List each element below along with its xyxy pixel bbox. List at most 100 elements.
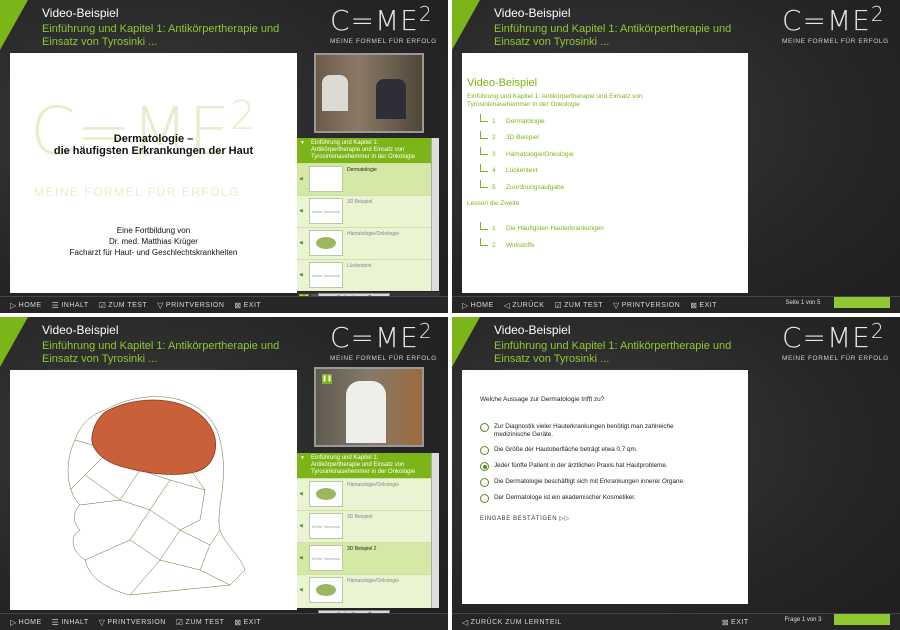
bottom-nav: ▷ HOME ☰ INHALT ▽ PRINTVERSION ☑ ZUM TEST ⊠ E… <box>0 613 448 630</box>
sidebar-scrollbar[interactable] <box>431 138 439 291</box>
sidebar-slide[interactable]: ◀ Keine Vorschau 3D Beispiel <box>297 510 431 542</box>
nav-test[interactable]: ☑ ZUM TEST <box>554 301 603 310</box>
toc-item[interactable]: 4 Lückentext <box>480 163 748 180</box>
accent-corner <box>452 317 480 367</box>
radio-selected-icon[interactable] <box>480 462 489 471</box>
panel-3d-slide: Video-Beispiel Einführung und Kapitel 1:… <box>0 317 448 630</box>
triangle-icon: ◀ <box>299 555 303 561</box>
nav-test[interactable]: ☑ ZUM TEST <box>176 618 225 627</box>
nav-exit[interactable]: ⊠ EXIT <box>722 618 749 627</box>
sidebar-slide[interactable]: ◀ Keine Vorschau Lückentext <box>297 259 431 291</box>
nav-back-to-lesson[interactable]: ◁ ZURÜCK ZUM LERNTEIL <box>462 618 562 627</box>
video-title: Video-Beispiel <box>42 323 119 337</box>
watermark-tag: MEINE FORMEL FÜR ERFOLG <box>34 185 241 199</box>
bottom-nav: ▷ HOME ◁ ZURÜCK ☑ ZUM TEST ▽ PRINTVERSION ⊠ E… <box>452 296 900 313</box>
play-icon: ▷ <box>10 300 17 310</box>
video-frame-person <box>346 381 386 443</box>
answer-option[interactable]: Die Dermatologie beschäftigt sich mit Er… <box>480 478 748 487</box>
sidebar-slide[interactable]: ◀ Dermatologie <box>297 163 431 195</box>
toc-item[interactable]: 2 Wirkstoffe <box>480 237 748 254</box>
toc-item[interactable]: 3 Hämatologie/Onkologie <box>480 146 748 163</box>
tree-branch <box>480 114 488 123</box>
toc-item[interactable]: 5 Zuordnungsaufgabe <box>480 179 748 196</box>
answer-option[interactable]: Der Dermatologe ist ein akademischer Kos… <box>480 494 748 503</box>
sidebar-slide[interactable]: ◀ Hämatologie/Onkologie <box>297 574 431 606</box>
answer-text: Jeder fünfte Patient in der ärztlichen P… <box>494 462 668 469</box>
panel-title-slide: Video-Beispiel Einführung und Kapitel 1:… <box>0 0 448 313</box>
sidebar-scrollbar[interactable] <box>431 453 439 608</box>
slide-thumb <box>309 577 343 603</box>
nav-exit[interactable]: ⊠ EXIT <box>234 301 261 310</box>
triangle-icon: ◀ <box>299 491 303 497</box>
slide-label: Hämatologie/Onkologie <box>347 482 399 488</box>
logo-tagline: MEINE FORMEL FÜR ERFOLG <box>782 355 889 362</box>
confirm-button[interactable]: EINGABE BESTÄTIGEN ▷▷ <box>480 515 748 522</box>
nav-exit[interactable]: ⊠ EXIT <box>234 618 261 627</box>
toc-item[interactable]: 1 Dermatologie <box>480 113 748 130</box>
nav-print[interactable]: ▽ PRINTVERSION <box>99 618 166 627</box>
nav-inhalt[interactable]: ☰ INHALT <box>52 618 89 627</box>
checkbox-icon: ☑ <box>98 300 107 310</box>
nav-label: HOME <box>470 301 494 309</box>
page-indicator: Seite 1 von 5 <box>774 297 832 308</box>
nav-label: INHALT <box>61 301 89 309</box>
nav-home[interactable]: ▷ HOME <box>10 618 42 627</box>
slide-label: Hämatologie/Onkologie <box>347 231 399 237</box>
tree-branch <box>480 221 488 230</box>
toc-label: 3D Beispiel <box>506 134 539 142</box>
answer-option[interactable]: Jeder fünfte Patient in der ärztlichen P… <box>480 462 748 471</box>
video-player[interactable] <box>314 53 424 133</box>
credit-line: Facharzt für Haut- und Geschlechtskrankh… <box>69 248 238 257</box>
watermark-logo: C=ME2 <box>30 93 256 170</box>
triangle-down-icon: ▽ <box>98 617 106 627</box>
nav-label: PRINTVERSION <box>621 301 681 309</box>
nav-inhalt[interactable]: ☰ INHALT <box>52 301 89 310</box>
toc-item[interactable]: 2 3D Beispiel <box>480 130 748 147</box>
nav-home[interactable]: ▷ HOME <box>462 301 494 310</box>
answer-option[interactable]: Zur Diagnostik vieler Hauterkrankungen b… <box>480 423 748 439</box>
progress-block <box>834 297 890 308</box>
wireframe-head-image[interactable] <box>10 370 297 610</box>
toc-section: Lesson die Zweite <box>467 199 520 207</box>
nav-test[interactable]: ☑ ZUM TEST <box>99 301 148 310</box>
sidebar-slide[interactable]: ◀ Keine Vorschau 3D Beispiel 2 <box>297 542 431 574</box>
nav-back[interactable]: ◁ ZURÜCK <box>504 301 545 310</box>
radio-icon[interactable] <box>480 423 489 432</box>
video-subtitle: Einführung und Kapitel 1: Antikörperther… <box>494 23 732 48</box>
sidebar-slide[interactable]: ◀ Hämatologie/Onkologie <box>297 478 431 510</box>
slide-label: 3D Beispiel 2 <box>347 546 377 552</box>
bottom-nav: ▷ HOME ☰ INHALT ☑ ZUM TEST ▽ PRINTVERSION ⊠ E… <box>0 296 448 313</box>
logo-sup: 2 <box>418 2 433 26</box>
brain-shape <box>91 399 217 475</box>
slide-sidebar: Einführung und Kapitel 1: Antikörperther… <box>297 138 431 291</box>
nav-label: INHALT <box>61 618 89 626</box>
checkbox-icon: ☑ <box>554 300 563 310</box>
nav-label: EXIT <box>731 618 749 626</box>
nav-print[interactable]: ▽ PRINTVERSION <box>613 301 680 310</box>
sidebar-chapter-head[interactable]: Einführung und Kapitel 1: Antikörperther… <box>297 453 431 478</box>
nav-home[interactable]: ▷ HOME <box>10 301 42 310</box>
slide-area: C=ME2 MEINE FORMEL FÜR ERFOLG Dermatolog… <box>10 53 297 293</box>
sidebar-chapter-head[interactable]: Einführung und Kapitel 1: Antikörperther… <box>297 138 431 163</box>
toc-item[interactable]: 1 Die Häufigsten Hauterkrankungen <box>480 221 748 238</box>
nav-label: ZUM TEST <box>108 301 148 309</box>
triangle-icon: ◀ <box>299 272 303 278</box>
radio-icon[interactable] <box>480 446 489 455</box>
radio-icon[interactable] <box>480 478 489 487</box>
answer-text: Die Dermatologie beschäftigt sich mit Er… <box>494 478 685 485</box>
close-box-icon: ⊠ <box>690 300 698 310</box>
answer-text: Der Dermatologe ist ein akademischer Kos… <box>494 494 636 501</box>
slide-label: Lückentext <box>347 263 372 269</box>
toc-label: Wirkstoffe <box>506 241 535 249</box>
radio-icon[interactable] <box>480 494 489 503</box>
video-frame-person <box>376 79 406 119</box>
pause-icon[interactable]: ❚❚ <box>322 374 332 384</box>
nav-exit[interactable]: ⊠ EXIT <box>690 301 717 310</box>
sidebar-slide[interactable]: ◀ Hämatologie/Onkologie <box>297 227 431 259</box>
sidebar-slide[interactable]: ◀ Keine Vorschau 3D Beispiel <box>297 195 431 227</box>
progress-block <box>834 614 890 625</box>
nav-print[interactable]: ▽ PRINTVERSION <box>157 301 224 310</box>
nav-label: ZURÜCK <box>512 301 545 309</box>
logo-text: C=ME <box>330 321 419 354</box>
answer-option[interactable]: Die Größe der Hautoberfläche beträgt etw… <box>480 446 748 455</box>
